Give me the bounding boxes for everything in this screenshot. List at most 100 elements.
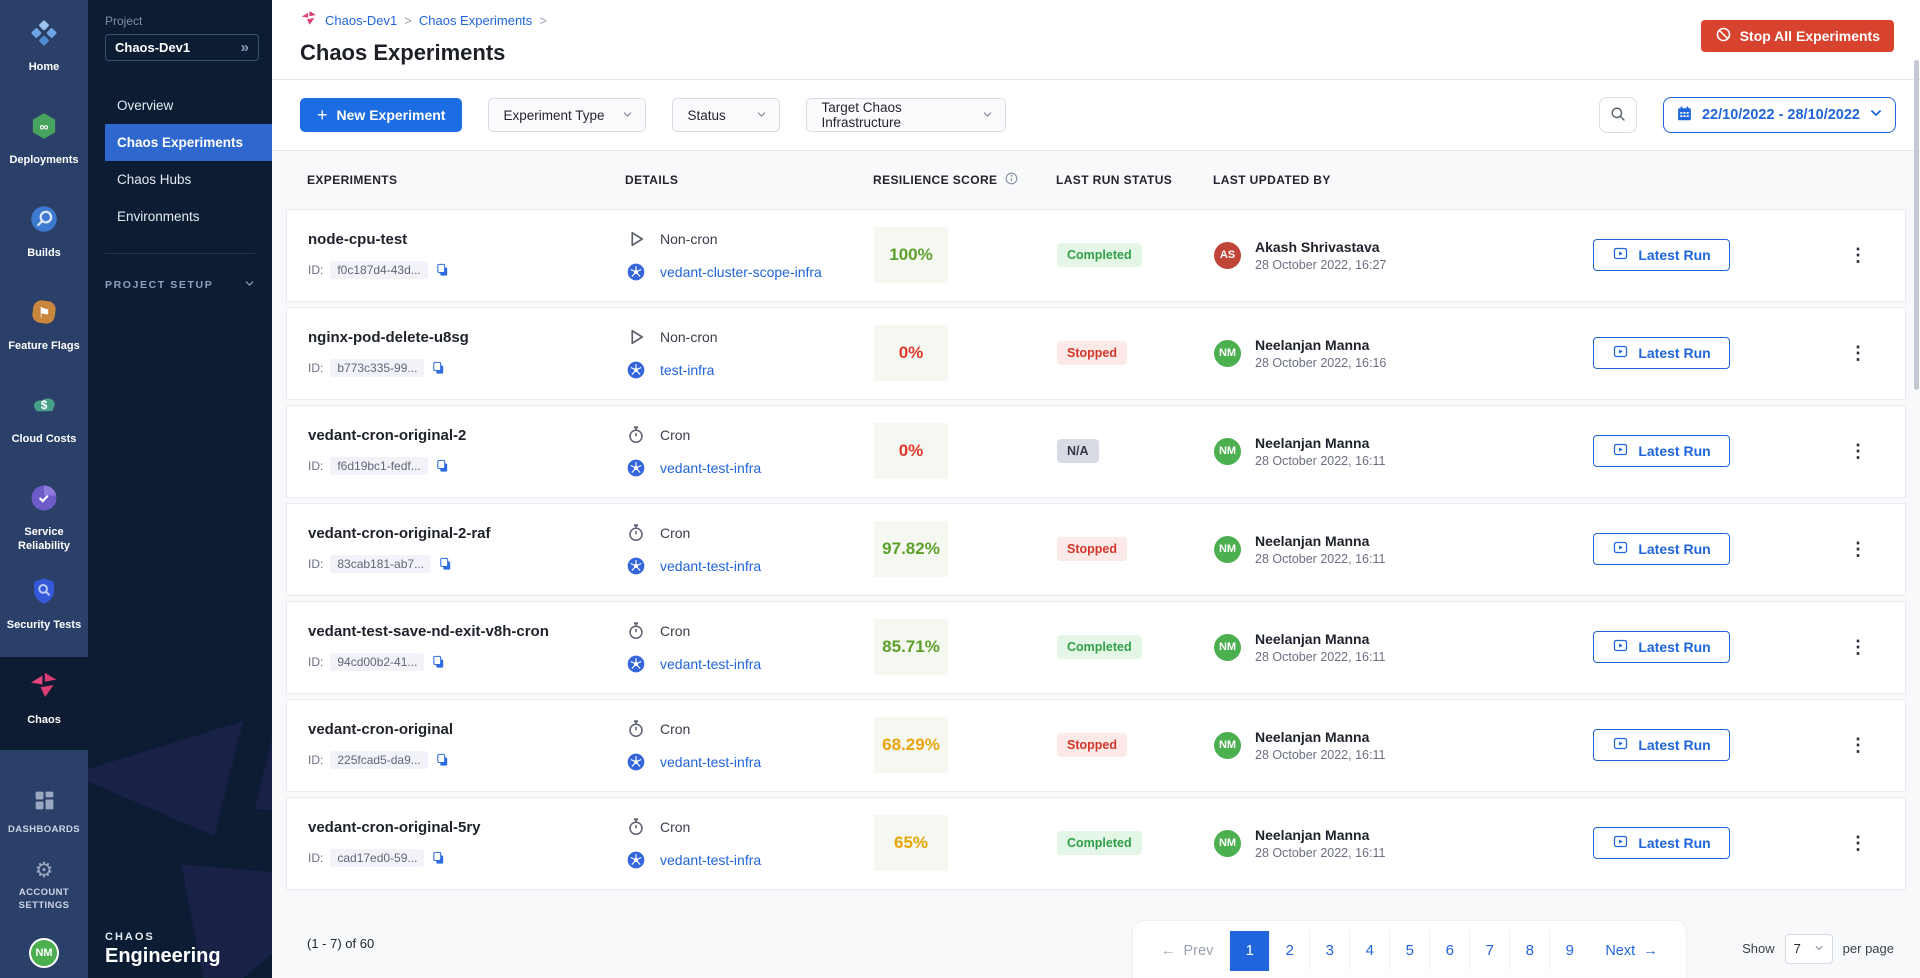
experiment-cell: vedant-test-save-nd-exit-v8h-cron ID: 94… — [308, 623, 626, 671]
updated-by-name: Akash Shrivastava — [1255, 239, 1386, 255]
infrastructure-link[interactable]: vedant-test-infra — [660, 558, 761, 574]
latest-run-button[interactable]: Latest Run — [1593, 239, 1730, 271]
user-avatar[interactable]: NM — [29, 938, 59, 968]
pagination-page-2[interactable]: 2 — [1269, 931, 1309, 971]
row-menu-button[interactable]: ⋮ — [1839, 241, 1877, 270]
experiment-name[interactable]: nginx-pod-delete-u8sg — [308, 329, 626, 346]
per-page-select[interactable]: 7 — [1785, 934, 1833, 964]
nav-account-settings[interactable]: ⚙ ACCOUNT SETTINGS — [0, 848, 88, 924]
experiment-name[interactable]: vedant-test-save-nd-exit-v8h-cron — [308, 623, 626, 640]
vertical-scrollbar[interactable] — [1914, 60, 1919, 390]
per-page-suffix: per page — [1843, 941, 1894, 956]
pagination-page-1[interactable]: 1 — [1229, 931, 1269, 971]
action-cell: Latest Run — [1593, 337, 1839, 369]
row-menu-button[interactable]: ⋮ — [1839, 633, 1877, 662]
stop-all-experiments-button[interactable]: Stop All Experiments — [1701, 20, 1894, 52]
cloud-costs-icon: $ — [29, 390, 59, 425]
pagination-page-7[interactable]: 7 — [1469, 931, 1509, 971]
status-badge: Stopped — [1057, 733, 1127, 757]
nav-module-chaos[interactable]: Chaos — [0, 657, 88, 750]
nav-module-security-tests[interactable]: Security Tests — [0, 564, 88, 657]
updated-by-name: Neelanjan Manna — [1255, 533, 1385, 549]
infrastructure-link[interactable]: vedant-test-infra — [660, 656, 761, 672]
pagination-next-button[interactable]: Next → — [1589, 931, 1673, 971]
nav-module-service-reliability[interactable]: Service Reliability — [0, 471, 88, 564]
row-menu-button[interactable]: ⋮ — [1839, 829, 1877, 858]
menu-item-chaos-experiments[interactable]: Chaos Experiments — [105, 124, 272, 161]
latest-run-button[interactable]: Latest Run — [1593, 533, 1730, 565]
nav-module-cloud-costs[interactable]: $ Cloud Costs — [0, 378, 88, 471]
latest-run-button[interactable]: Latest Run — [1593, 631, 1730, 663]
project-setup-toggle[interactable]: PROJECT SETUP — [105, 278, 255, 292]
experiment-id: b773c335-99... — [330, 359, 424, 377]
experiment-name[interactable]: vedant-cron-original-2 — [308, 427, 626, 444]
menu-item-chaos-hubs[interactable]: Chaos Hubs — [105, 161, 272, 198]
nav-module-builds[interactable]: Builds — [0, 192, 88, 285]
copy-id-button[interactable] — [431, 850, 446, 866]
menu-item-overview[interactable]: Overview — [105, 87, 272, 124]
nav-module-deployments[interactable]: ∞ Deployments — [0, 99, 88, 192]
id-label: ID: — [308, 459, 323, 473]
updated-at: 28 October 2022, 16:11 — [1255, 454, 1385, 468]
schedule-type: Cron — [660, 427, 690, 443]
copy-id-button[interactable] — [435, 752, 450, 768]
copy-id-button[interactable] — [431, 654, 446, 670]
resilience-score-cell: 68.29% — [874, 717, 1057, 773]
copy-id-button[interactable] — [435, 262, 450, 278]
date-range-picker[interactable]: 22/10/2022 - 28/10/2022 — [1663, 97, 1896, 133]
expand-panel-icon[interactable]: » — [241, 39, 249, 56]
latest-run-button[interactable]: Latest Run — [1593, 435, 1730, 467]
pagination-page-6[interactable]: 6 — [1429, 931, 1469, 971]
infrastructure-link[interactable]: vedant-test-infra — [660, 754, 761, 770]
menu-item-environments[interactable]: Environments — [105, 198, 272, 235]
filter-status[interactable]: Status — [672, 98, 780, 132]
gear-icon: ⚙ — [35, 860, 54, 881]
resilience-score-cell: 65% — [874, 815, 1057, 871]
pagination-page-8[interactable]: 8 — [1509, 931, 1549, 971]
info-icon[interactable] — [1004, 171, 1019, 189]
pagination-pages: 123456789 — [1229, 931, 1589, 971]
copy-id-button[interactable] — [438, 556, 453, 572]
action-cell: Latest Run — [1593, 827, 1839, 859]
search-icon — [1609, 105, 1627, 126]
arrow-left-icon: ← — [1161, 943, 1176, 959]
pagination-page-9[interactable]: 9 — [1549, 931, 1589, 971]
experiment-name[interactable]: node-cpu-test — [308, 231, 626, 248]
pagination-page-4[interactable]: 4 — [1349, 931, 1389, 971]
filter-experiment-type[interactable]: Experiment Type — [488, 98, 646, 132]
new-experiment-button[interactable]: + New Experiment — [300, 98, 462, 132]
details-cell: Cron vedant-test-infra — [626, 719, 874, 772]
experiment-name[interactable]: vedant-cron-original-2-raf — [308, 525, 626, 542]
updated-at: 28 October 2022, 16:11 — [1255, 748, 1385, 762]
infrastructure-link[interactable]: test-infra — [660, 362, 714, 378]
infrastructure-link[interactable]: vedant-cluster-scope-infra — [660, 264, 822, 280]
pagination-page-5[interactable]: 5 — [1389, 931, 1429, 971]
infrastructure-link[interactable]: vedant-test-infra — [660, 852, 761, 868]
avatar: AS — [1214, 242, 1241, 269]
row-menu-button[interactable]: ⋮ — [1839, 437, 1877, 466]
nav-module-feature-flags[interactable]: ⚑ Feature Flags — [0, 285, 88, 378]
infrastructure-link[interactable]: vedant-test-infra — [660, 460, 761, 476]
row-menu-button[interactable]: ⋮ — [1839, 535, 1877, 564]
row-menu-button[interactable]: ⋮ — [1839, 731, 1877, 760]
updated-by-name: Neelanjan Manna — [1255, 337, 1386, 353]
latest-run-button[interactable]: Latest Run — [1593, 337, 1730, 369]
pagination-prev-button[interactable]: ← Prev — [1145, 931, 1229, 971]
breadcrumb-experiments[interactable]: Chaos Experiments — [419, 13, 532, 28]
row-menu-button[interactable]: ⋮ — [1839, 339, 1877, 368]
breadcrumb-project[interactable]: Chaos-Dev1 — [325, 13, 397, 28]
feature-flags-icon: ⚑ — [29, 297, 59, 332]
nav-dashboards[interactable]: DASHBOARDS — [0, 776, 88, 848]
nav-module-home[interactable]: Home — [0, 6, 88, 99]
search-button[interactable] — [1599, 97, 1637, 133]
copy-id-button[interactable] — [431, 360, 446, 376]
copy-id-button[interactable] — [435, 458, 450, 474]
project-selector[interactable]: Chaos-Dev1 » — [105, 34, 259, 61]
experiment-name[interactable]: vedant-cron-original — [308, 721, 626, 738]
latest-run-button[interactable]: Latest Run — [1593, 729, 1730, 761]
pagination-page-3[interactable]: 3 — [1309, 931, 1349, 971]
kubernetes-infra-icon — [626, 360, 646, 380]
filter-target-infrastructure[interactable]: Target Chaos Infrastructure — [806, 98, 1006, 132]
experiment-name[interactable]: vedant-cron-original-5ry — [308, 819, 626, 836]
latest-run-button[interactable]: Latest Run — [1593, 827, 1730, 859]
